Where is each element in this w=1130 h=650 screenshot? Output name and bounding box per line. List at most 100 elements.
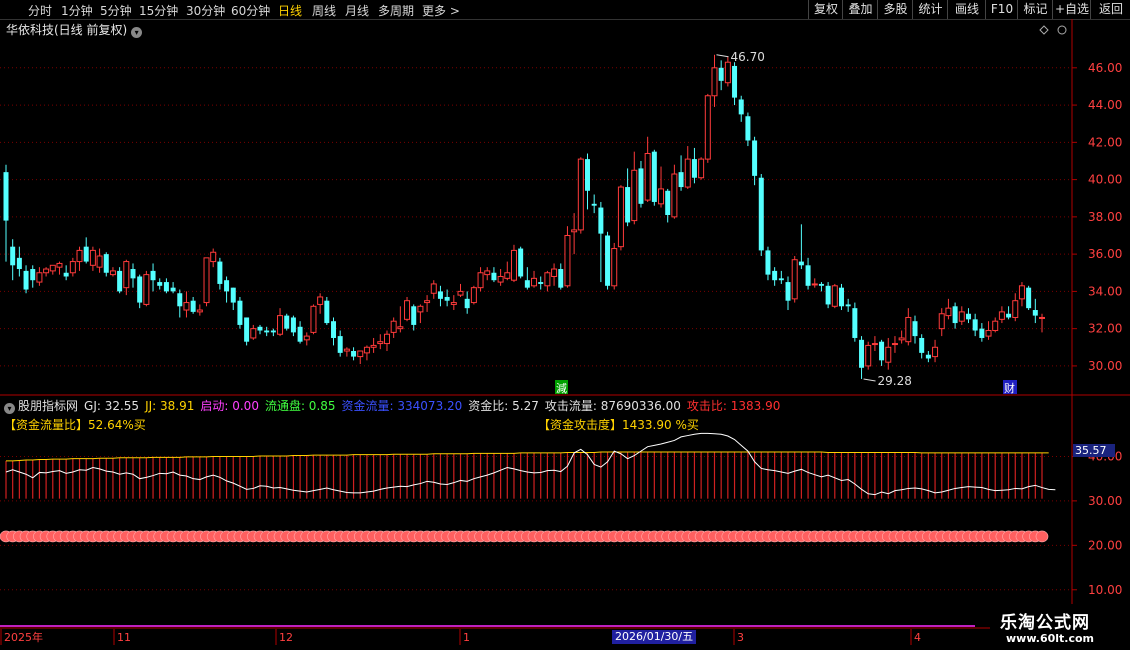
- candle-body-down: [224, 280, 230, 292]
- candle-body-up: [1039, 316, 1045, 319]
- candle-body-down: [157, 282, 163, 286]
- candle-body-up: [671, 173, 678, 218]
- candle-body-up: [958, 311, 965, 322]
- candle-body-down: [625, 187, 631, 223]
- candle-body-up: [477, 272, 484, 289]
- candle-body-up: [404, 300, 411, 320]
- candle-body-down: [972, 319, 978, 331]
- candle-body-up: [724, 61, 731, 84]
- candle-body-down: [718, 67, 724, 81]
- candle-body-down: [150, 270, 156, 281]
- price-tick-label: 32.00: [1088, 322, 1122, 336]
- candle-body-up: [932, 346, 939, 358]
- candle-body-down: [217, 261, 223, 284]
- candle-body-up: [985, 330, 992, 337]
- candle-body-down: [558, 269, 564, 288]
- candle-body-down: [852, 308, 858, 338]
- indicator-value-6: 攻击流量: 87690336.00: [544, 399, 681, 413]
- circle-icon: [1057, 25, 1067, 35]
- candle-body-down: [598, 207, 604, 234]
- candle-body-up: [56, 262, 63, 268]
- candle-body-up: [43, 268, 50, 274]
- time-label: 1: [463, 631, 470, 644]
- candle-body-up: [577, 158, 584, 231]
- candle-body-down: [290, 317, 296, 333]
- candle-body-down: [23, 270, 29, 290]
- indicator-value-4: 资金流量: 334073.20: [341, 399, 463, 413]
- candle-body-up: [684, 158, 691, 188]
- candle-body-down: [257, 326, 263, 331]
- candle-body-down: [331, 321, 337, 338]
- candle-body-down: [538, 282, 544, 284]
- candle-body-up: [551, 268, 558, 277]
- indicator-value-1: JJ: 38.91: [145, 399, 195, 413]
- candle-body-up: [457, 290, 464, 296]
- candle-body-up: [196, 309, 203, 313]
- candle-body-up: [698, 158, 705, 179]
- brand-url: www.60lt.com: [1006, 632, 1095, 645]
- gj-line: [5, 432, 1056, 496]
- candle-body-up: [470, 287, 477, 304]
- candle-body-up: [510, 249, 517, 281]
- candle-body-down: [103, 254, 109, 273]
- candle-body-down: [678, 172, 684, 188]
- candle-body-down: [337, 336, 343, 353]
- candle-body-up: [1012, 300, 1019, 318]
- candle-body-down: [772, 270, 778, 281]
- candle-body-down: [1032, 310, 1038, 316]
- candle-body-up: [383, 333, 390, 345]
- candle-body-up: [430, 283, 437, 294]
- candle-body-down: [270, 330, 276, 333]
- kline-chart[interactable]: 30.00 32.00 34.00 36.00 38.00 40.00 42.00 44.00…: [0, 0, 1130, 650]
- candle-body-down: [83, 246, 89, 262]
- candle-body-up: [564, 234, 571, 287]
- price-tick-label: 30.00: [1088, 359, 1122, 373]
- fund-flow-ratio-label: 【资金流量比】52.64%买: [4, 418, 146, 432]
- candle-body-up: [531, 277, 538, 287]
- candle-body-down: [845, 304, 851, 307]
- candle-body-down: [3, 172, 9, 221]
- candle-body-up: [611, 248, 618, 287]
- candle-body-down: [859, 339, 865, 368]
- candle-body-up: [357, 350, 364, 358]
- candle-body-up: [791, 259, 798, 300]
- candle-body-down: [691, 159, 697, 178]
- candle-body-down: [651, 151, 657, 202]
- brand-name: 乐淘公式网: [1000, 613, 1090, 633]
- candle-body-down: [297, 326, 303, 342]
- candle-body-up: [277, 315, 284, 335]
- candle-body-up: [631, 169, 638, 222]
- time-label: 11: [117, 631, 131, 644]
- indicator-tick-label: 20.00: [1088, 538, 1122, 552]
- candle-body-down: [351, 351, 357, 357]
- candle-body-down: [752, 140, 758, 176]
- candle-body-up: [310, 305, 317, 333]
- candle-body-up: [938, 313, 945, 330]
- time-label: 2025年: [4, 630, 43, 644]
- candle-body-down: [130, 269, 136, 279]
- indicator-name: 股朋指标网: [18, 399, 79, 413]
- indicator-tick-label: 10.00: [1088, 583, 1122, 597]
- candle-body-down: [163, 282, 169, 292]
- indicator-header: ▾ 股朋指标网 GJ: 32.55 JJ: 38.91 启动: 0.00 流通盘: 0.8…: [4, 397, 792, 414]
- price-tick-label: 40.00: [1088, 173, 1122, 187]
- candle-body-down: [758, 177, 764, 251]
- indicator-menu-icon[interactable]: ▾: [4, 403, 15, 414]
- price-tick-label: 38.00: [1088, 210, 1122, 224]
- candle-body-up: [811, 283, 818, 286]
- candle-body-up: [998, 311, 1005, 320]
- candle-body-down: [912, 321, 918, 337]
- low-label: 29.28: [878, 374, 912, 388]
- high-label: 46.70: [730, 50, 764, 64]
- candle-body-up: [123, 261, 130, 289]
- candle-body-down: [444, 296, 450, 301]
- candle-body-down: [1006, 313, 1012, 318]
- candle-body-down: [818, 283, 824, 286]
- candle-body-down: [177, 293, 183, 307]
- candle-body-down: [979, 328, 985, 338]
- candle-body-down: [491, 272, 497, 281]
- candle-body-down: [745, 116, 751, 141]
- candle-body-up: [76, 249, 83, 263]
- price-tick-label: 34.00: [1088, 284, 1122, 298]
- candle-body-up: [945, 307, 952, 317]
